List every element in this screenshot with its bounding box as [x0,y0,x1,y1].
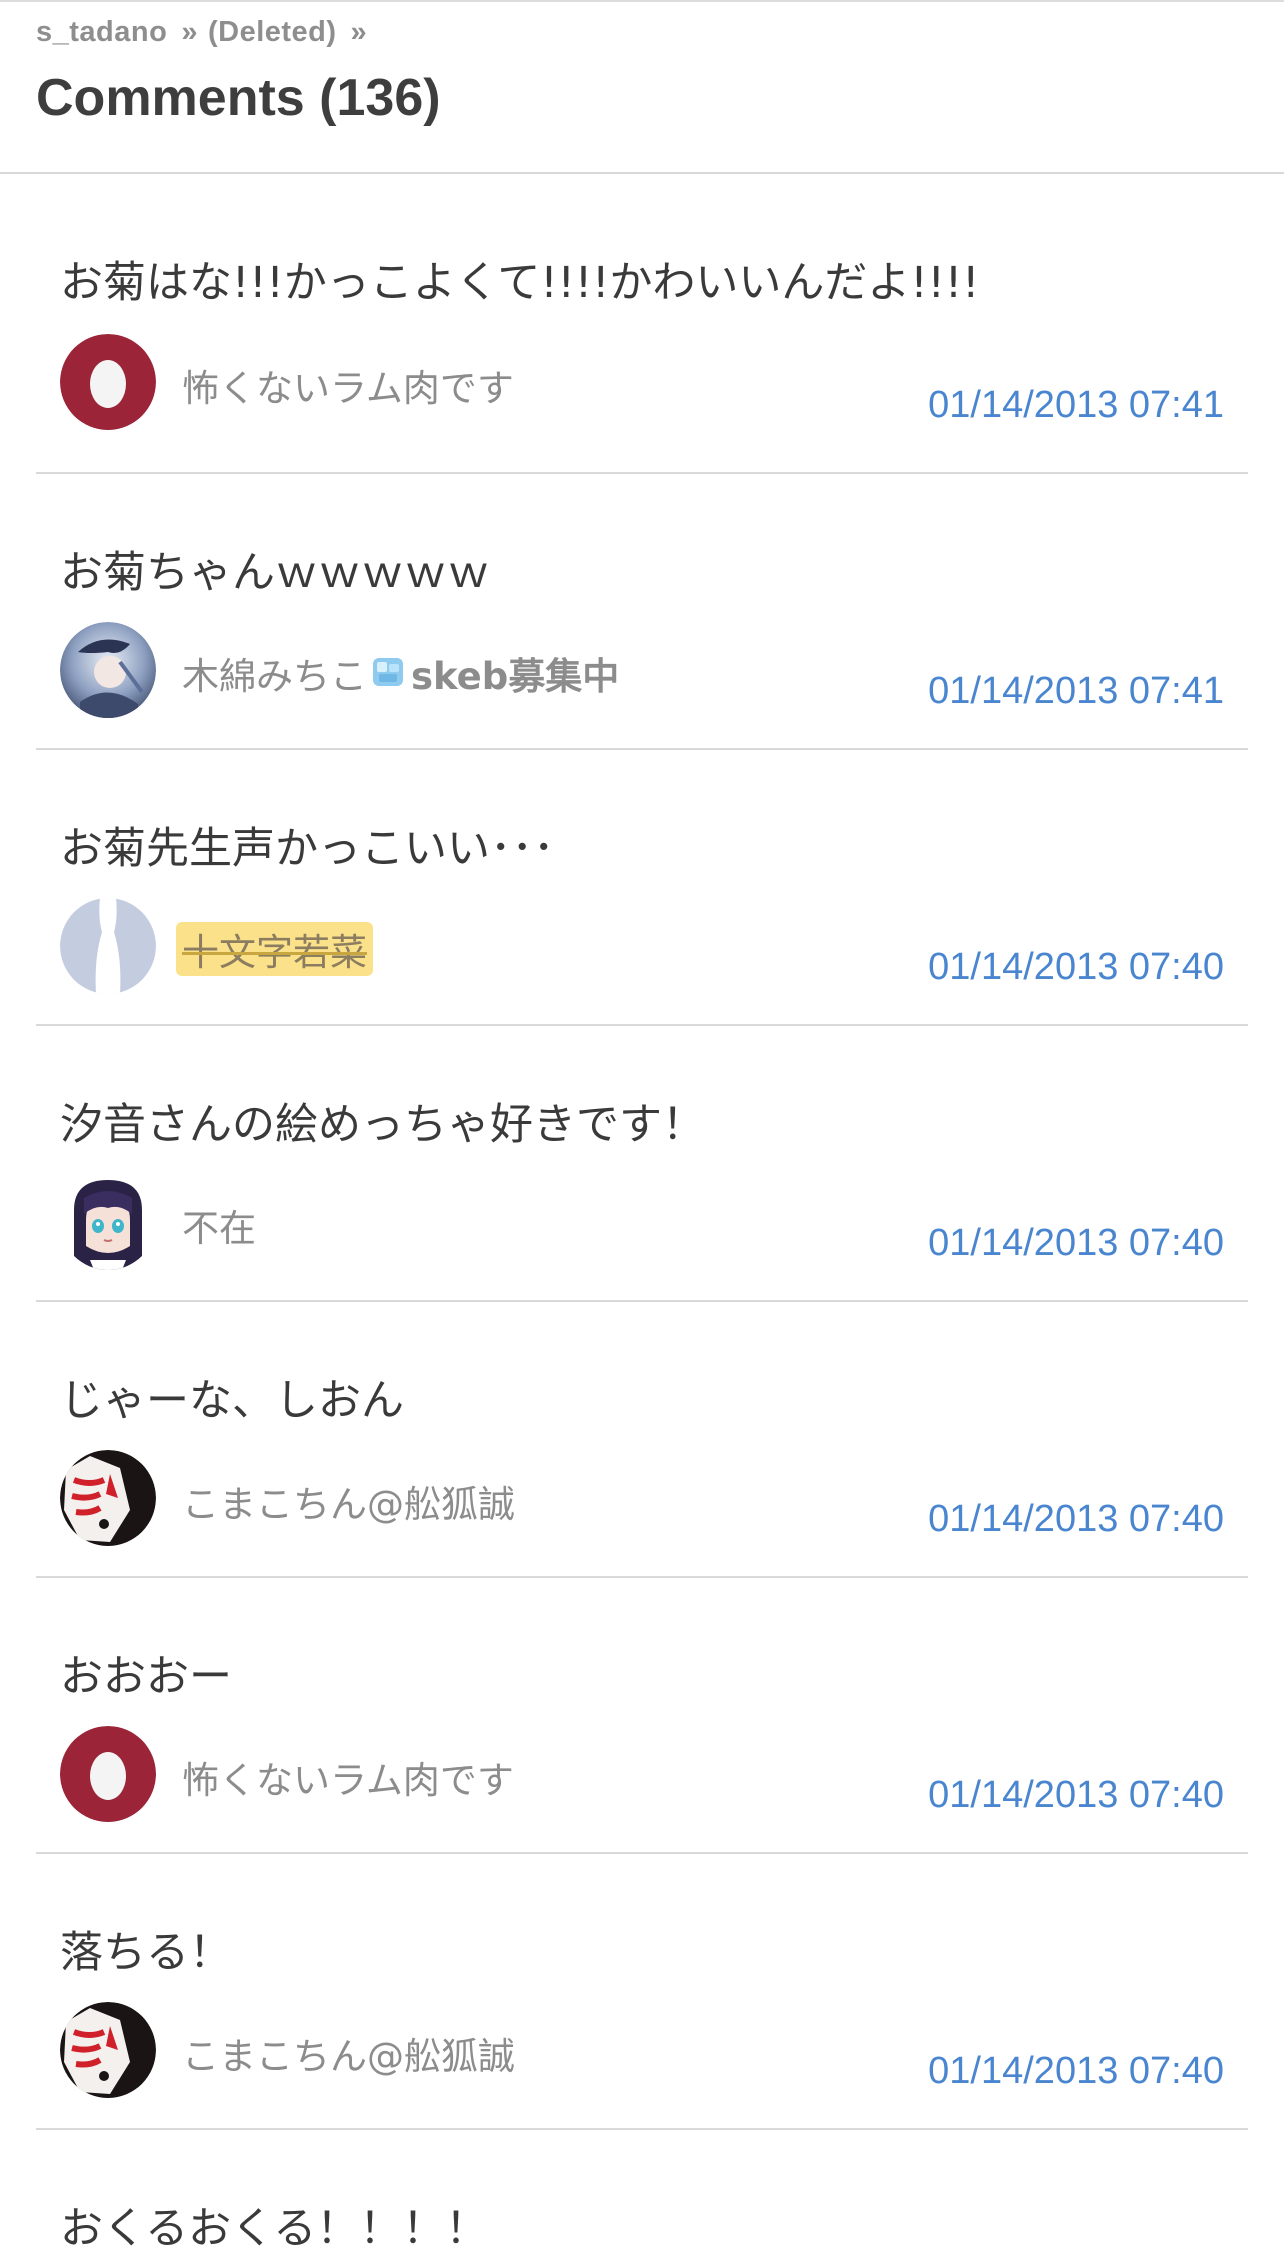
comment-timestamp-link[interactable]: 01/14/2013 07:40 [928,1774,1224,1817]
comment-text: 落ちる！ [60,1928,232,1978]
comment-item: お菊はな!!!かっこよくて!!!!かわいいんだよ!!!! 怖くないラム肉です 0… [36,174,1248,474]
comment-author-link[interactable]: 不在 [182,1198,256,1252]
comment-timestamp-link[interactable]: 01/14/2013 07:40 [928,1222,1224,1265]
comments-list: お菊はな!!!かっこよくて!!!!かわいいんだよ!!!! 怖くないラム肉です 0… [0,174,1284,2254]
fox-mask-avatar-icon[interactable] [60,1450,156,1546]
comment-item: お菊ちゃんｗｗｗｗｗ 木綿みちこ skeb募集中 01/14/2013 07:41 [36,474,1248,750]
comment-text: じゃーな、しおん [60,1376,404,1426]
default-avatar-icon[interactable] [60,898,156,994]
ice-cube-icon [371,654,405,697]
illustrated-avatar-icon[interactable] [60,622,156,718]
author-name-suffix: skeb募集中 [411,655,620,698]
comment-author-link[interactable]: 怖くないラム肉です [182,1750,514,1804]
comment-text: おくるおくる！！！！ [60,2204,489,2254]
anime-girl-avatar-icon[interactable] [60,1174,156,1270]
comment-text: 汐音さんの絵めっちゃ好きです！ [60,1100,705,1150]
comment-author-link[interactable]: 木綿みちこ skeb募集中 [182,646,619,703]
comment-timestamp-link[interactable]: 01/14/2013 07:40 [928,946,1224,989]
author-name: 木綿みちこ [182,655,367,698]
comment-item: おおおー 怖くないラム肉です 01/14/2013 07:40 [36,1578,1248,1854]
comment-item: 汐音さんの絵めっちゃ好きです！ 不在 01/14/2013 07:40 [36,1026,1248,1302]
comment-item-partial: おくるおくる！！！！ [36,2130,1248,2254]
page-title: Comments (136) [36,69,441,127]
comment-author-link[interactable]: 怖くないラム肉です [182,358,514,412]
breadcrumb-user-link[interactable]: s_tadano [36,16,167,48]
egg-avatar-icon[interactable] [60,334,156,430]
comment-item: じゃーな、しおん こまこちん@舩狐誠 01/14/2013 07:40 [36,1302,1248,1578]
breadcrumb-deleted-link[interactable]: (Deleted) [208,16,337,48]
comment-text: お菊ちゃんｗｗｗｗｗ [60,548,490,598]
breadcrumb-separator: » [350,16,368,48]
comment-timestamp-link[interactable]: 01/14/2013 07:40 [928,2050,1224,2093]
comment-text: おおおー [60,1652,232,1702]
page-header: s_tadano » (Deleted) » Comments (136) [0,2,1284,174]
fox-mask-avatar-icon[interactable] [60,2002,156,2098]
comment-text: お菊先生声かっこいい･･･ [60,824,555,874]
comment-timestamp-link[interactable]: 01/14/2013 07:40 [928,1498,1224,1541]
egg-avatar-icon[interactable] [60,1726,156,1822]
comment-timestamp-link[interactable]: 01/14/2013 07:41 [928,670,1224,713]
comment-timestamp-link[interactable]: 01/14/2013 07:41 [928,384,1224,427]
comment-author-link[interactable]: こまこちん@舩狐誠 [182,1474,515,1528]
breadcrumb: s_tadano » (Deleted) » [36,16,377,49]
comment-author-link[interactable]: こまこちん@舩狐誠 [182,2026,515,2080]
comment-author-link[interactable]: 十文字若菜 [176,922,373,976]
breadcrumb-separator: » [181,16,198,48]
comment-item: 落ちる！ こまこちん@舩狐誠 01/14/2013 07:40 [36,1854,1248,2130]
comment-text: お菊はな!!!かっこよくて!!!!かわいいんだよ!!!! [60,258,980,308]
comment-item: お菊先生声かっこいい･･･ 十文字若菜 01/14/2013 07:40 [36,750,1248,1026]
